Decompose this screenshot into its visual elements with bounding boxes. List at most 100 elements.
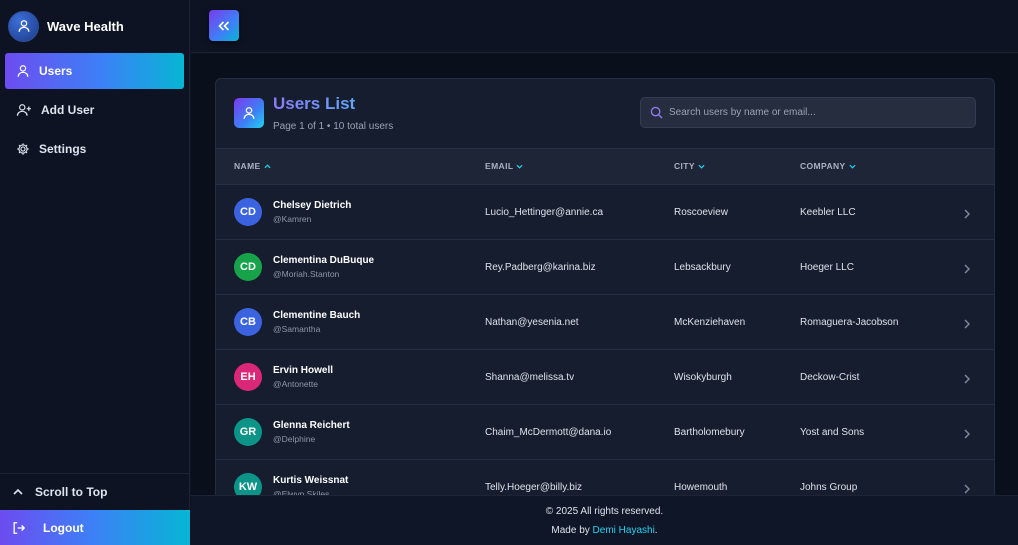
footer: © 2025 All rights reserved. Made by Demi… bbox=[191, 495, 1018, 545]
row-open-button[interactable] bbox=[964, 426, 971, 444]
user-city: Wisokyburgh bbox=[674, 372, 732, 383]
sidebar-nav: Users Add User Settings bbox=[5, 53, 184, 170]
made-by-prefix: Made by bbox=[551, 525, 593, 536]
user-handle: @Moriah.Stanton bbox=[273, 269, 340, 279]
user-email: Lucio_Hettinger@annie.ca bbox=[485, 207, 604, 218]
user-handle: @Delphine bbox=[273, 434, 316, 444]
user-company: Deckow-Crist bbox=[800, 372, 860, 383]
user-city: Roscoeview bbox=[674, 207, 728, 218]
sidebar-item-label: Users bbox=[39, 64, 73, 78]
user-handle: @Samantha bbox=[273, 324, 321, 334]
user-email: Shanna@melissa.tv bbox=[485, 372, 575, 383]
column-header-name[interactable]: NAME bbox=[234, 161, 271, 171]
table-row[interactable]: CD Clementina DuBuque @Moriah.Stanton Rey.P… bbox=[216, 240, 994, 295]
logout-icon bbox=[13, 521, 26, 534]
top-bar bbox=[191, 0, 1018, 53]
sidebar-item-users[interactable]: Users bbox=[5, 53, 184, 89]
user-handle: @Antonette bbox=[273, 379, 319, 389]
user-city: McKenziehaven bbox=[674, 317, 746, 328]
user-email: Chaim_McDermott@dana.io bbox=[485, 427, 612, 438]
row-open-button[interactable] bbox=[964, 206, 971, 224]
user-name: Clementina DuBuque bbox=[273, 255, 375, 266]
user-name: Kurtis Weissnat bbox=[273, 475, 349, 486]
chevron-down-icon bbox=[849, 164, 856, 169]
chevron-up-icon bbox=[13, 488, 23, 495]
main-content: Users List Page 1 of 1 • 10 total users … bbox=[191, 54, 1018, 495]
user-name: Clementine Bauch bbox=[273, 310, 361, 321]
author-link[interactable]: Demi Hayashi bbox=[593, 525, 655, 536]
table-row[interactable]: GR Glenna Reichert @Delphine Chaim_McDermot… bbox=[216, 405, 994, 460]
collapse-sidebar-button[interactable] bbox=[209, 10, 239, 41]
card-header: Users List Page 1 of 1 • 10 total users bbox=[216, 79, 994, 148]
chevron-down-icon bbox=[698, 164, 705, 169]
page-title: Users List bbox=[273, 94, 356, 113]
table-row[interactable]: EH Ervin Howell @Antonette Shanna@melissa.t… bbox=[216, 350, 994, 405]
brand-avatar bbox=[8, 10, 39, 42]
column-label: COMPANY bbox=[800, 161, 846, 171]
chevrons-left-icon bbox=[218, 20, 230, 31]
sidebar-item-label: Add User bbox=[41, 103, 95, 117]
column-header-company[interactable]: COMPANY bbox=[800, 161, 856, 171]
sidebar-item-settings[interactable]: Settings bbox=[5, 131, 184, 167]
chevron-right-icon bbox=[964, 374, 971, 384]
user-plus-icon bbox=[16, 104, 31, 116]
pagination-summary: Page 1 of 1 • 10 total users bbox=[273, 121, 394, 132]
users-header-icon bbox=[234, 98, 264, 128]
user-company: Keebler LLC bbox=[800, 207, 856, 218]
user-company: Johns Group bbox=[800, 482, 858, 493]
user-company: Yost and Sons bbox=[800, 427, 865, 438]
user-name: Glenna Reichert bbox=[273, 420, 350, 431]
user-company: Hoeger LLC bbox=[800, 262, 854, 273]
column-label: EMAIL bbox=[485, 161, 514, 171]
sidebar-item-label: Settings bbox=[39, 142, 87, 156]
user-city: Howemouth bbox=[674, 482, 728, 493]
user-email: Nathan@yesenia.net bbox=[485, 317, 579, 328]
logout-button[interactable]: Logout bbox=[0, 510, 190, 545]
row-open-button[interactable] bbox=[964, 481, 971, 495]
chevron-right-icon bbox=[964, 209, 971, 219]
avatar: KW bbox=[234, 473, 262, 495]
avatar: CD bbox=[234, 253, 262, 281]
row-open-button[interactable] bbox=[964, 261, 971, 279]
chevron-right-icon bbox=[964, 319, 971, 329]
user-icon bbox=[243, 107, 255, 119]
made-by-suffix: . bbox=[654, 525, 658, 536]
search-input[interactable] bbox=[669, 107, 969, 118]
user-email: Rey.Padberg@karina.biz bbox=[485, 262, 596, 273]
user-name: Chelsey Dietrich bbox=[273, 200, 352, 211]
user-name: Ervin Howell bbox=[273, 365, 334, 376]
table-body: CD Chelsey Dietrich @Kamren Lucio_Hettinger… bbox=[216, 185, 994, 495]
user-city: Bartholomebury bbox=[674, 427, 745, 438]
row-open-button[interactable] bbox=[964, 371, 971, 389]
users-card: Users List Page 1 of 1 • 10 total users … bbox=[215, 78, 995, 495]
column-header-city[interactable]: CITY bbox=[674, 161, 705, 171]
search-box[interactable] bbox=[640, 97, 976, 128]
sort-ascending-icon bbox=[264, 163, 271, 168]
brand-name: Wave Health bbox=[47, 18, 124, 34]
row-open-button[interactable] bbox=[964, 316, 971, 334]
table-row[interactable]: CB Clementine Bauch @Samantha Nathan@yeseni… bbox=[216, 295, 994, 350]
scroll-to-top-button[interactable]: Scroll to Top bbox=[0, 473, 190, 510]
avatar: CB bbox=[234, 308, 262, 336]
table-header: NAME EMAIL CITY COMPANY bbox=[216, 148, 994, 185]
column-label: NAME bbox=[234, 161, 261, 171]
sidebar-item-add-user[interactable]: Add User bbox=[5, 92, 184, 128]
user-email: Telly.Hoeger@billy.biz bbox=[485, 482, 583, 493]
scroll-to-top-label: Scroll to Top bbox=[35, 485, 108, 499]
made-by-text: Made by Demi Hayashi. bbox=[191, 525, 1018, 536]
sidebar-bottom: Scroll to Top Logout bbox=[0, 473, 190, 545]
chevron-right-icon bbox=[964, 429, 971, 439]
table-row[interactable]: KW Kurtis Weissnat @Elwyn.Skiles Telly.Hoeg… bbox=[216, 460, 994, 495]
search-icon bbox=[650, 106, 663, 119]
column-header-email[interactable]: EMAIL bbox=[485, 161, 524, 171]
brand[interactable]: Wave Health bbox=[8, 10, 124, 42]
avatar: EH bbox=[234, 363, 262, 391]
chevron-down-icon bbox=[516, 164, 524, 169]
chevron-right-icon bbox=[964, 264, 971, 274]
user-city: Lebsackbury bbox=[674, 262, 731, 273]
table-row[interactable]: CD Chelsey Dietrich @Kamren Lucio_Hettinger… bbox=[216, 185, 994, 240]
avatar: CD bbox=[234, 198, 262, 226]
sidebar: Wave Health Users Add User Settings Scro… bbox=[0, 0, 190, 545]
avatar: GR bbox=[234, 418, 262, 446]
logout-label: Logout bbox=[43, 520, 84, 535]
